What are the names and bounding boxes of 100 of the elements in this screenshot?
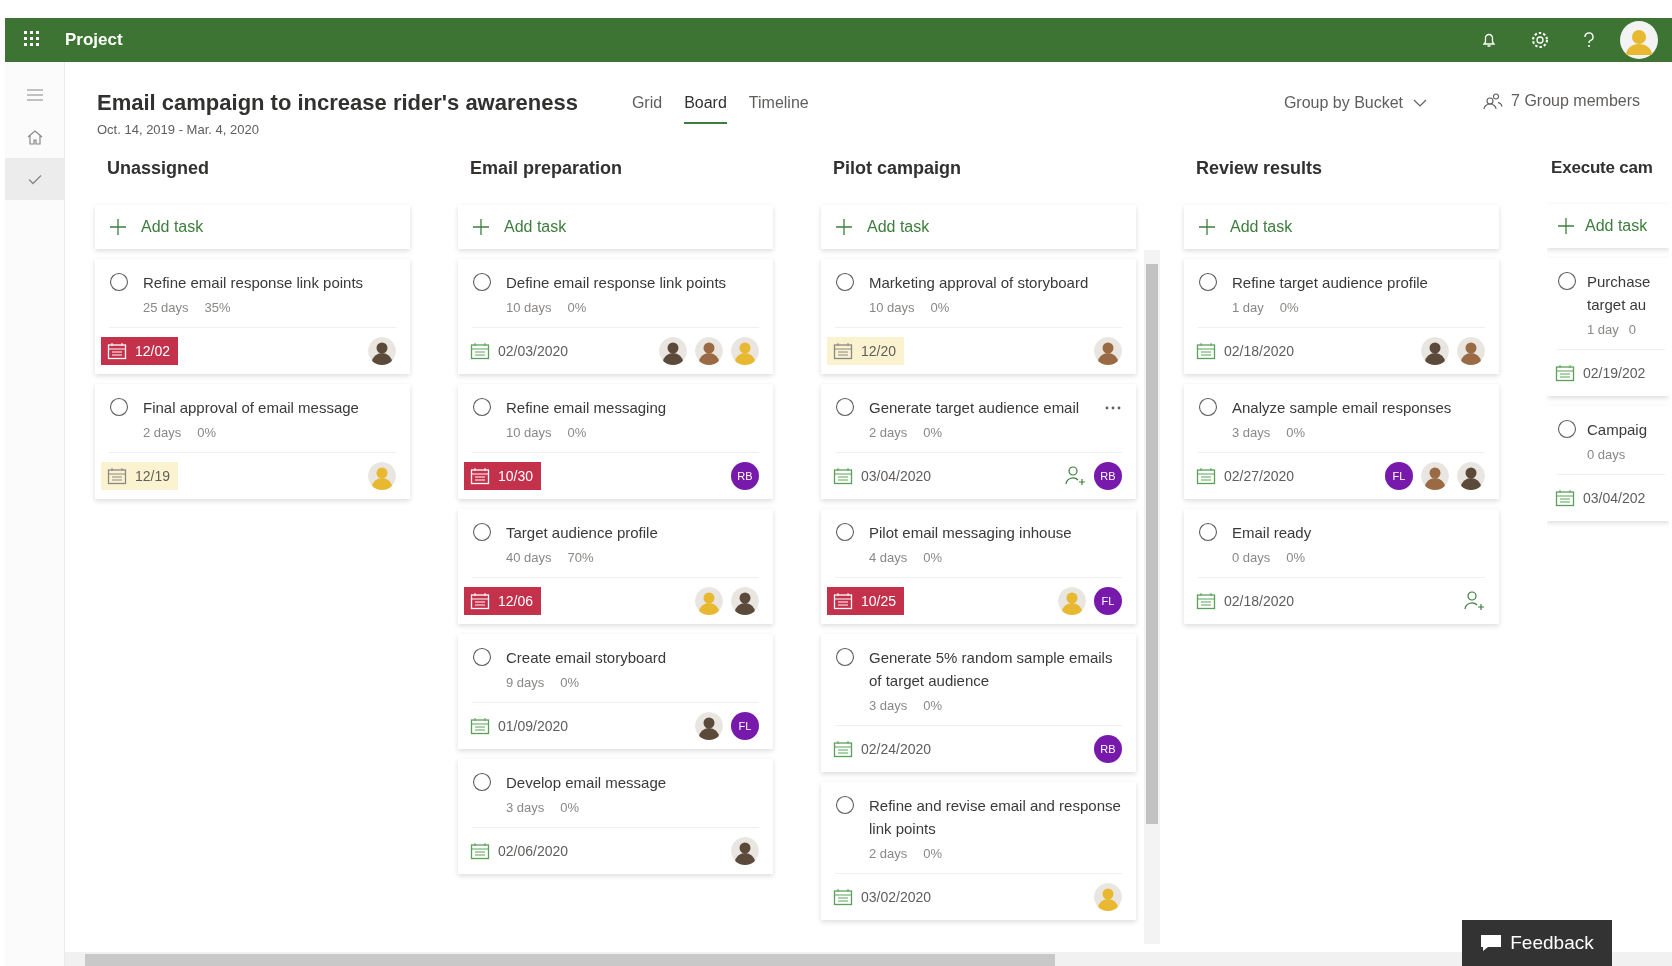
settings-icon[interactable] — [1530, 30, 1550, 50]
task-card[interactable]: Final approval of email message 2 days 0% 12/19 — [95, 384, 410, 499]
task-card[interactable]: Analyze sample email responses 3 days 0% 02/27/2020 FL — [1184, 384, 1499, 499]
calendar-icon — [470, 467, 490, 485]
user-avatar[interactable]: RB — [1094, 735, 1122, 763]
task-card[interactable]: Refine email messaging 10 days 0% 10/30 RB — [458, 384, 773, 499]
scrollbar-thumb[interactable] — [1146, 264, 1158, 824]
help-icon[interactable] — [1582, 31, 1596, 49]
user-avatar[interactable] — [1620, 21, 1658, 59]
complete-checkbox[interactable] — [472, 397, 492, 417]
task-card[interactable]: Email ready 0 days 0% 02/18/2020 — [1184, 509, 1499, 624]
complete-checkbox[interactable] — [1198, 522, 1218, 542]
people-icon — [1483, 92, 1504, 110]
chat-bubble-icon — [1480, 933, 1503, 953]
view-tab[interactable]: Grid — [631, 94, 663, 124]
user-avatar[interactable]: FL — [1385, 462, 1413, 490]
task-card[interactable]: Pilot email messaging inhouse 4 days 0% 10/25 FL — [821, 509, 1136, 624]
task-card[interactable]: Purchase target au 1 day 0 02/19/202 — [1547, 258, 1669, 396]
user-avatar[interactable] — [659, 337, 687, 365]
complete-checkbox[interactable] — [1198, 397, 1218, 417]
add-task-button[interactable]: Add task — [1184, 205, 1499, 249]
more-icon[interactable] — [1104, 405, 1122, 411]
complete-checkbox[interactable] — [109, 397, 129, 417]
calendar-icon — [470, 592, 490, 610]
task-title: Analyze sample email responses — [1232, 398, 1453, 418]
group-by-dropdown[interactable]: Group by Bucket — [1283, 94, 1428, 112]
calendar-icon — [470, 842, 490, 860]
due-date: 02/18/2020 — [1190, 587, 1303, 615]
task-card[interactable]: Refine target audience profile 1 day 0% 02/18/2020 — [1184, 259, 1499, 374]
task-title: Create email storyboard — [506, 648, 668, 668]
user-avatar[interactable] — [1457, 337, 1485, 365]
user-avatar[interactable] — [1421, 337, 1449, 365]
complete-checkbox[interactable] — [109, 272, 129, 292]
calendar-icon — [833, 342, 853, 360]
feedback-button[interactable]: Feedback — [1462, 920, 1612, 966]
task-card[interactable]: Develop email message 3 days 0% 02/06/2020 — [458, 759, 773, 874]
complete-checkbox[interactable] — [1198, 272, 1218, 292]
horizontal-scrollbar[interactable] — [65, 952, 1672, 966]
calendar-icon — [470, 342, 490, 360]
complete-checkbox[interactable] — [835, 522, 855, 542]
user-avatar[interactable] — [695, 337, 723, 365]
complete-checkbox[interactable] — [472, 522, 492, 542]
task-card[interactable]: Target audience profile 40 days 70% 12/06 — [458, 509, 773, 624]
task-duration: 0 days — [1232, 550, 1271, 565]
user-avatar[interactable]: RB — [1094, 462, 1122, 490]
due-date: 12/20 — [827, 337, 905, 365]
complete-checkbox[interactable] — [472, 647, 492, 667]
complete-checkbox[interactable] — [1557, 419, 1577, 439]
user-avatar[interactable] — [368, 337, 396, 365]
due-date: 10/25 — [827, 587, 905, 615]
bucket-title: Review results — [1195, 157, 1324, 180]
complete-checkbox[interactable] — [472, 772, 492, 792]
add-task-button[interactable]: Add task — [821, 205, 1136, 249]
task-card[interactable]: Refine and revise email and response link points 2 days 0% 03/02/2020 — [821, 782, 1136, 920]
group-members-button[interactable]: 7 Group members — [1483, 92, 1640, 110]
calendar-icon — [1555, 489, 1575, 507]
task-title: Refine target audience profile — [1232, 273, 1429, 293]
add-task-button[interactable]: Add task — [1547, 204, 1669, 248]
plan-dates: Oct. 14, 2019 - Mar. 4, 2020 — [97, 122, 260, 137]
task-duration: 3 days — [506, 800, 545, 815]
task-duration: 2 days — [869, 846, 908, 861]
view-tab[interactable]: Timeline — [748, 94, 809, 124]
vertical-scrollbar[interactable] — [1144, 250, 1160, 944]
add-person-icon[interactable] — [1463, 590, 1485, 612]
complete-checkbox[interactable] — [1557, 271, 1577, 291]
task-card[interactable]: Refine email response link points 25 days 35% 12/02 — [95, 259, 410, 374]
task-card[interactable]: Campaig 0 days 03/04/202 — [1547, 406, 1669, 521]
complete-checkbox[interactable] — [835, 272, 855, 292]
task-title: Generate target audience email — [869, 398, 1081, 418]
task-progress: 0% — [923, 550, 943, 565]
user-avatar[interactable] — [731, 837, 759, 865]
user-avatar[interactable] — [1457, 462, 1485, 490]
view-tab[interactable]: Board — [684, 94, 727, 124]
user-avatar[interactable] — [731, 587, 759, 615]
scrollbar-thumb[interactable] — [85, 954, 1055, 966]
complete-checkbox[interactable] — [835, 795, 855, 815]
add-task-button[interactable]: Add task — [95, 205, 410, 249]
task-duration: 1 day — [1587, 322, 1619, 337]
complete-checkbox[interactable] — [835, 647, 855, 667]
user-avatar[interactable] — [695, 712, 723, 740]
task-card[interactable]: Generate 5% random sample emails of target audience 3 days 0% 02/24/2020 RB — [821, 634, 1136, 772]
complete-checkbox[interactable] — [472, 272, 492, 292]
task-card[interactable]: Create email storyboard 9 days 0% 01/09/2020 FL — [458, 634, 773, 749]
due-date: 02/27/2020 — [1190, 462, 1303, 490]
user-avatar[interactable] — [1094, 337, 1122, 365]
add-person-icon[interactable] — [1064, 465, 1086, 487]
task-duration: 25 days — [143, 300, 189, 315]
user-avatar[interactable]: FL — [1094, 587, 1122, 615]
task-card[interactable]: Generate target audience email 2 days 0% 03/04/2020 RB — [821, 384, 1136, 499]
add-task-button[interactable]: Add task — [458, 205, 773, 249]
plus-icon — [109, 218, 127, 236]
bell-icon[interactable] — [1480, 31, 1498, 49]
task-title: Refine email response link points — [143, 273, 365, 293]
task-card[interactable]: Define email response link points 10 days 0% 02/03/2020 — [458, 259, 773, 374]
complete-checkbox[interactable] — [835, 397, 855, 417]
task-card[interactable]: Marketing approval of storyboard 10 days 0% 12/20 — [821, 259, 1136, 374]
app-title[interactable]: Project — [65, 30, 123, 50]
user-avatar[interactable] — [1421, 462, 1449, 490]
user-avatar[interactable]: FL — [731, 712, 759, 740]
user-avatar[interactable]: RB — [731, 462, 759, 490]
